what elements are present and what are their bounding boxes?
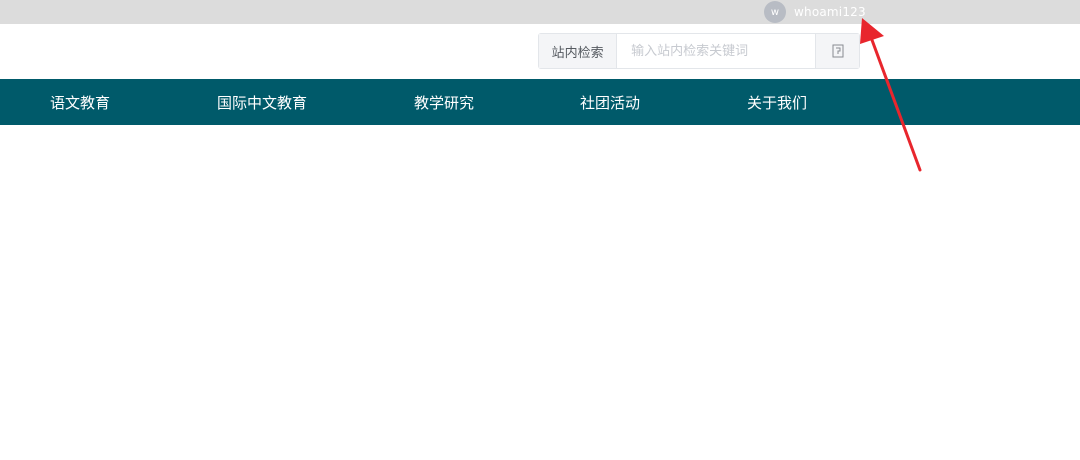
nav-item-international-chinese[interactable]: 国际中文教育: [217, 79, 307, 125]
username[interactable]: whoami123: [794, 5, 866, 19]
main-nav: 语文教育 国际中文教育 教学研究 社团活动 关于我们: [0, 79, 1080, 125]
annotation-arrow: [860, 18, 922, 172]
search-input[interactable]: [617, 34, 816, 68]
site-search: 站内检索: [538, 33, 860, 69]
user-account[interactable]: w whoami123: [764, 0, 866, 24]
top-bar: w whoami123: [0, 0, 1080, 24]
nav-item-chinese-education[interactable]: 语文教育: [50, 79, 110, 125]
search-button[interactable]: [815, 34, 859, 68]
nav-item-club-activities[interactable]: 社团活动: [580, 79, 640, 125]
avatar[interactable]: w: [764, 1, 786, 23]
nav-item-about-us[interactable]: 关于我们: [747, 79, 807, 125]
search-label: 站内检索: [539, 34, 618, 68]
nav-item-teaching-research[interactable]: 教学研究: [414, 79, 474, 125]
search-submit-icon: [832, 44, 844, 58]
